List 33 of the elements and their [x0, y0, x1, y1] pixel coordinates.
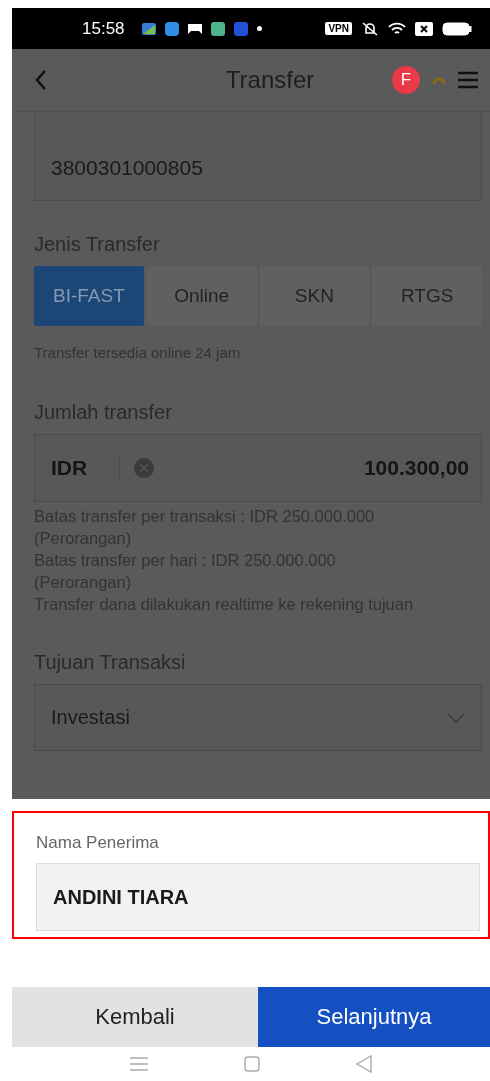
transfer-type-tab[interactable]: SKN — [259, 266, 370, 327]
amount-field[interactable]: IDR 100.300,00 — [34, 434, 482, 503]
field-label: Nama Penerima — [36, 833, 160, 854]
vpn-badge: VPN — [325, 22, 352, 36]
page-title: Transfer — [224, 66, 316, 95]
transfer-type-tab[interactable]: RTGS — [372, 266, 482, 327]
notification-badge[interactable]: F — [392, 66, 420, 95]
battery-icon — [442, 21, 472, 36]
mute-bell-icon — [361, 20, 379, 37]
back-icon[interactable] — [356, 1054, 372, 1073]
status-time: 15:58 — [82, 18, 125, 39]
app-icon — [233, 21, 248, 36]
clear-icon[interactable] — [134, 458, 154, 479]
app-icon — [210, 21, 225, 36]
home-icon[interactable] — [244, 1055, 260, 1072]
menu-icon[interactable] — [458, 71, 478, 90]
account-field[interactable]: 3800301000805 — [34, 112, 482, 202]
menu-icon[interactable] — [130, 1055, 148, 1072]
purpose-dropdown[interactable]: Investasi — [34, 684, 482, 752]
dot-icon — [256, 26, 262, 32]
back-button[interactable]: Kembali — [12, 987, 258, 1047]
recipient-name-field: ANDINI TIARA — [36, 863, 480, 932]
back-icon[interactable] — [34, 69, 48, 92]
next-button[interactable]: Selanjutnya — [258, 987, 490, 1047]
sim-icon — [415, 21, 433, 36]
chevron-down-icon — [447, 712, 465, 723]
transfer-type-tab[interactable]: Online — [146, 266, 257, 327]
currency-label: IDR — [51, 456, 89, 481]
amount-value: 100.300,00 — [362, 456, 469, 481]
wifi-icon — [388, 20, 406, 37]
app-icon — [141, 21, 156, 36]
transfer-type-tab[interactable]: BI-FAST — [34, 266, 144, 327]
app-icon — [164, 21, 179, 36]
